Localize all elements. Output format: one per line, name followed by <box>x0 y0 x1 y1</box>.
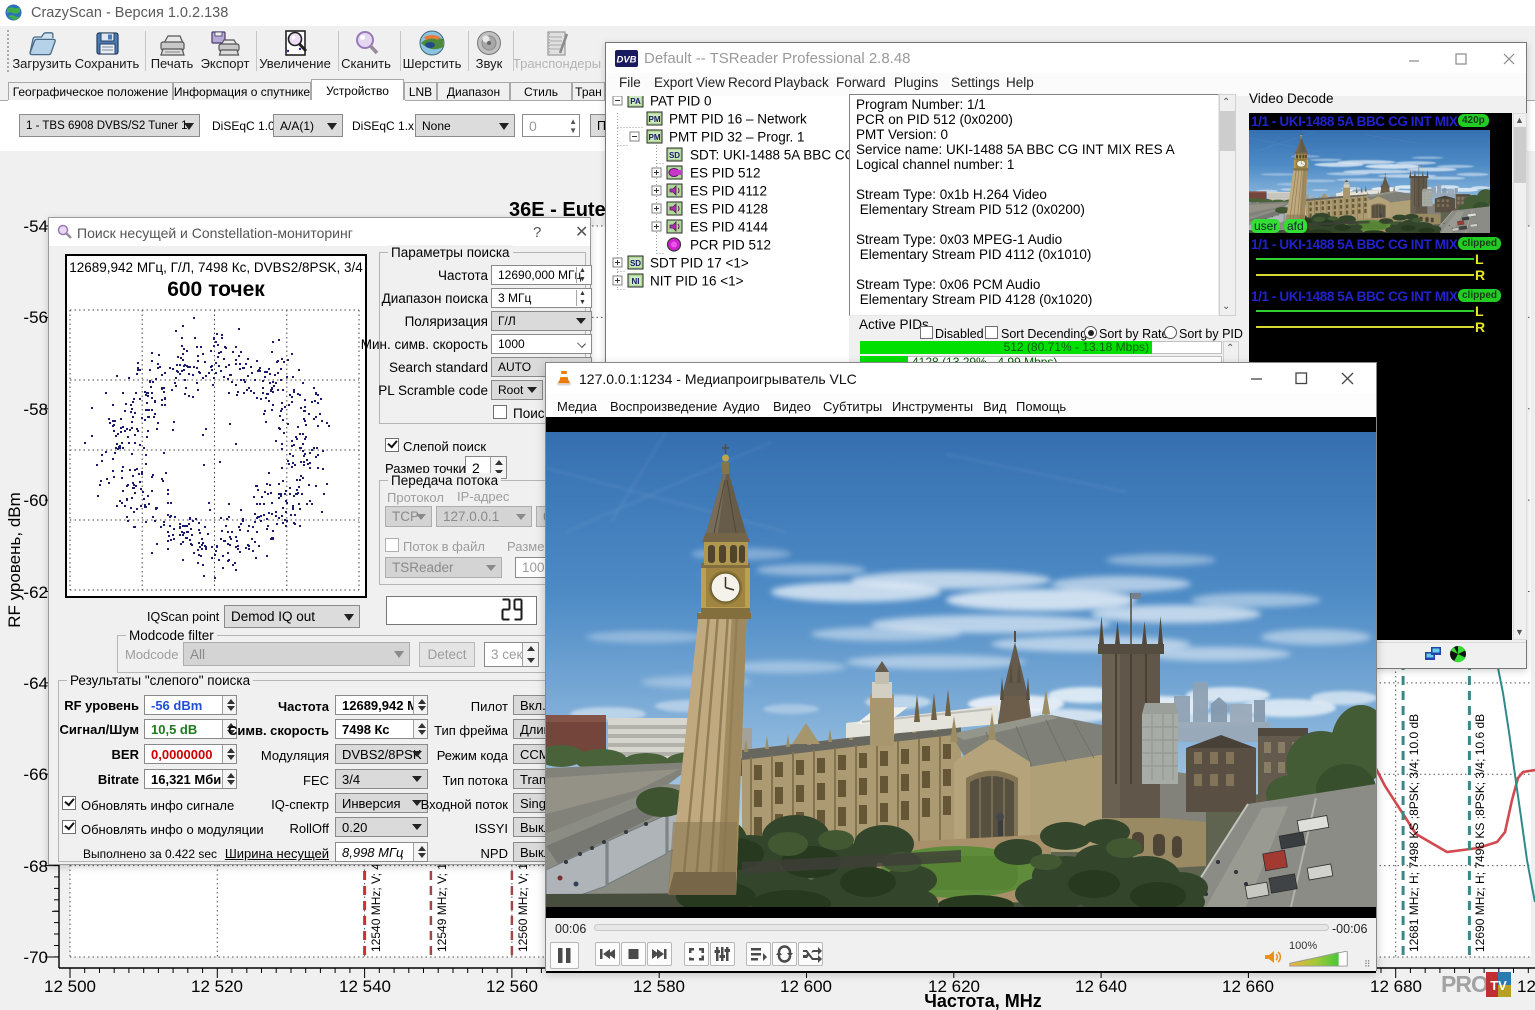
svg-text:12 680: 12 680 <box>1370 977 1422 996</box>
svg-text:-56: -56 <box>23 308 48 327</box>
svg-text:SDT: UKI-1488 5A BBC CG INT: SDT: UKI-1488 5A BBC CG INT <box>690 148 849 163</box>
svg-text:12 500: 12 500 <box>44 977 96 996</box>
svg-text:PCR PID 512: PCR PID 512 <box>690 238 771 253</box>
svg-text:12 640: 12 640 <box>1075 977 1127 996</box>
svg-text:ES PID 4112: ES PID 4112 <box>690 184 767 199</box>
svg-text:TV: TV <box>1490 978 1507 993</box>
svg-text:ES PID 4128: ES PID 4128 <box>690 202 768 217</box>
svg-text:NI: NI <box>632 277 640 286</box>
svg-text:PM: PM <box>649 133 661 142</box>
svg-text:PAT PID 0: PAT PID 0 <box>650 96 712 109</box>
svg-text:12690 MHz; H; 7498 KS ;8PSK; 3: 12690 MHz; H; 7498 KS ;8PSK; 3/4; 10.6 d… <box>1473 714 1487 952</box>
svg-text:ES PID 512: ES PID 512 <box>690 166 761 181</box>
svg-text:PMT PID 16 – Network: PMT PID 16 – Network <box>669 112 807 127</box>
svg-text:PM: PM <box>649 115 661 124</box>
svg-text:SD: SD <box>630 259 641 268</box>
svg-text:-60: -60 <box>23 491 48 510</box>
svg-text:12 560: 12 560 <box>486 977 538 996</box>
svg-text:12 700: 12 700 <box>1517 977 1535 996</box>
svg-text:12 540: 12 540 <box>339 977 391 996</box>
svg-text:-64: -64 <box>23 674 48 693</box>
svg-text:12 600: 12 600 <box>780 977 832 996</box>
svg-text:RF уровень, dBm: RF уровень, dBm <box>5 492 24 628</box>
svg-text:ES PID 4144: ES PID 4144 <box>690 220 769 235</box>
svg-text:NIT PID 16 <1>: NIT PID 16 <1> <box>650 274 744 289</box>
svg-text:12 660: 12 660 <box>1222 977 1274 996</box>
svg-text:-58: -58 <box>23 400 48 419</box>
svg-text:-70: -70 <box>23 948 48 967</box>
svg-text:12 520: 12 520 <box>191 977 243 996</box>
svg-text:12681 MHz; H; 7498 KS ;8PSK; 3: 12681 MHz; H; 7498 KS ;8PSK; 3/4; 10.0 d… <box>1407 714 1421 952</box>
svg-text:-54: -54 <box>23 217 48 236</box>
svg-text:PA: PA <box>630 97 641 106</box>
svg-text:PMT PID 32 – Progr. 1: PMT PID 32 – Progr. 1 <box>669 130 805 145</box>
svg-text:-62: -62 <box>23 583 48 602</box>
svg-text:Частота, MHz: Частота, MHz <box>924 991 1042 1010</box>
svg-text:SD: SD <box>669 151 680 160</box>
svg-text:12 580: 12 580 <box>633 977 685 996</box>
svg-text:DVB: DVB <box>616 55 636 66</box>
svg-text:-68: -68 <box>23 857 48 876</box>
svg-text:SDT PID 17 <1>: SDT PID 17 <1> <box>650 256 749 271</box>
